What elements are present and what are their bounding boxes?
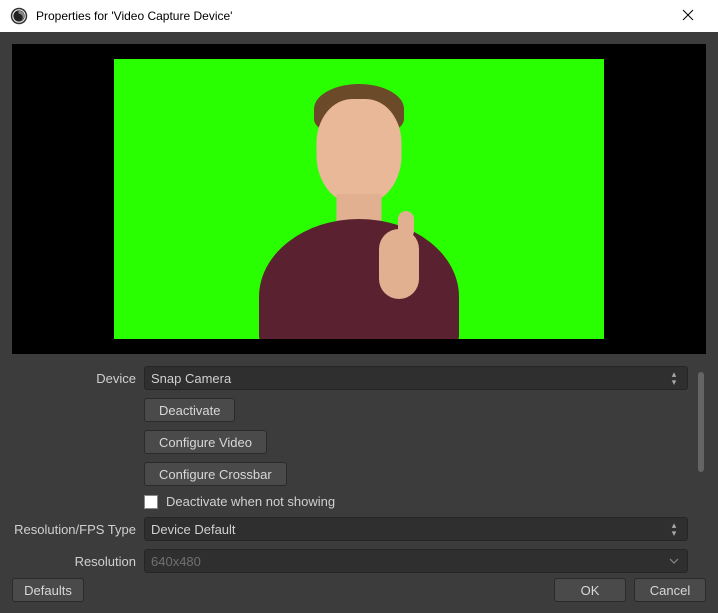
window-title: Properties for 'Video Capture Device'	[36, 9, 668, 23]
video-preview	[12, 44, 706, 354]
scrollbar-thumb[interactable]	[698, 372, 704, 472]
close-button[interactable]	[668, 8, 708, 24]
deactivate-not-showing-checkbox[interactable]	[144, 495, 158, 509]
defaults-button[interactable]: Defaults	[12, 578, 84, 602]
updown-icon: ▴▾	[667, 370, 681, 386]
resolution-fps-type-value: Device Default	[151, 522, 667, 537]
ok-button[interactable]: OK	[554, 578, 626, 602]
device-label: Device	[0, 371, 144, 386]
form-scrollbar[interactable]	[698, 372, 704, 575]
obs-logo-icon	[10, 7, 28, 25]
close-icon	[682, 9, 694, 21]
resolution-label: Resolution	[0, 554, 144, 569]
resolution-fps-type-select[interactable]: Device Default ▴▾	[144, 517, 688, 541]
properties-form: Device Snap Camera ▴▾ Deactivate	[0, 366, 718, 575]
deactivate-not-showing-label: Deactivate when not showing	[166, 494, 335, 509]
chevron-down-icon	[667, 554, 681, 569]
configure-crossbar-button[interactable]: Configure Crossbar	[144, 462, 287, 486]
device-value: Snap Camera	[151, 371, 667, 386]
resolution-select[interactable]: 640x480	[144, 549, 688, 573]
dialog-content: Device Snap Camera ▴▾ Deactivate	[0, 32, 718, 613]
updown-icon: ▴▾	[667, 521, 681, 537]
resolution-value: 640x480	[151, 554, 667, 569]
greenscreen-feed	[114, 59, 604, 339]
deactivate-button[interactable]: Deactivate	[144, 398, 235, 422]
preview-area	[0, 32, 718, 366]
device-select[interactable]: Snap Camera ▴▾	[144, 366, 688, 390]
configure-video-button[interactable]: Configure Video	[144, 430, 267, 454]
titlebar: Properties for 'Video Capture Device'	[0, 0, 718, 32]
dialog-footer: Defaults OK Cancel	[0, 575, 718, 613]
resolution-fps-type-label: Resolution/FPS Type	[0, 522, 144, 537]
cancel-button[interactable]: Cancel	[634, 578, 706, 602]
